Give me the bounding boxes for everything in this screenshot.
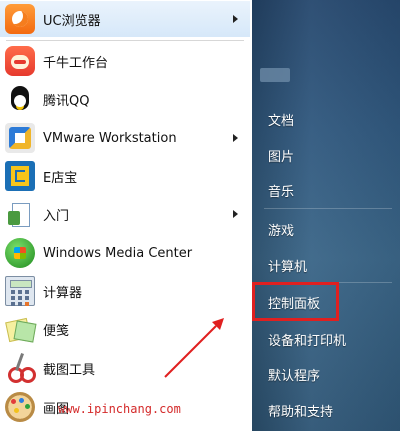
- program-label: E店宝: [43, 170, 78, 186]
- watermark-text: www.ipinchang.com: [58, 402, 181, 416]
- windows-media-center-icon: [5, 238, 35, 268]
- program-calculator[interactable]: 计算器: [0, 273, 250, 309]
- program-label: 计算器: [43, 285, 83, 301]
- program-vmware[interactable]: VMware Workstation: [0, 120, 250, 156]
- right-panel: 文档 图片 音乐 游戏 计算机 控制面板 设备和打印机 默认程序 帮助和支持: [252, 0, 400, 431]
- right-item-devices-printers[interactable]: 设备和打印机: [268, 330, 346, 349]
- control-panel-highlight-box: [252, 282, 339, 321]
- right-item-documents[interactable]: 文档: [268, 110, 294, 129]
- program-label: VMware Workstation: [43, 130, 177, 146]
- snipping-tool-icon: [5, 353, 36, 383]
- sticky-notes-icon: [5, 314, 35, 344]
- calculator-icon: [5, 276, 35, 306]
- submenu-arrow-icon: [233, 15, 238, 23]
- right-item-default-programs[interactable]: 默认程序: [268, 365, 320, 384]
- edianbao-icon: [5, 161, 35, 191]
- program-uc-browser[interactable]: UC浏览器: [0, 1, 250, 37]
- program-windows-media-center[interactable]: Windows Media Center: [0, 235, 250, 271]
- program-label: Windows Media Center: [43, 245, 193, 261]
- right-item-music[interactable]: 音乐: [268, 181, 294, 200]
- program-label: 入门: [43, 208, 70, 224]
- program-qq[interactable]: 腾讯QQ: [0, 81, 250, 117]
- submenu-arrow-icon: [233, 210, 238, 218]
- program-snipping-tool[interactable]: 截图工具: [0, 350, 250, 386]
- uc-browser-icon: [5, 4, 35, 34]
- program-edianbao[interactable]: E店宝: [0, 158, 250, 194]
- right-item-pictures[interactable]: 图片: [268, 146, 294, 165]
- program-qianniu[interactable]: 千牛工作台: [0, 43, 250, 79]
- vmware-icon: [5, 123, 35, 153]
- program-label: 千牛工作台: [43, 55, 109, 71]
- program-getting-started[interactable]: 入门: [0, 196, 250, 232]
- right-item-computer[interactable]: 计算机: [268, 256, 307, 275]
- getting-started-icon: [5, 199, 35, 229]
- right-item-help-support[interactable]: 帮助和支持: [268, 401, 333, 420]
- right-item-games[interactable]: 游戏: [268, 220, 294, 239]
- separator: [6, 40, 244, 41]
- right-separator: [264, 208, 392, 209]
- program-label: 便笺: [43, 323, 70, 339]
- program-sticky-notes[interactable]: 便笺: [0, 311, 250, 347]
- user-name-placeholder[interactable]: [260, 68, 290, 82]
- programs-list: UC浏览器 千牛工作台 腾讯QQ VMware Workstation E店宝 …: [0, 0, 252, 431]
- program-label: 截图工具: [43, 362, 96, 378]
- paint-icon: [5, 392, 35, 422]
- qianniu-icon: [5, 46, 35, 76]
- program-label: 腾讯QQ: [43, 93, 90, 109]
- program-label: UC浏览器: [43, 13, 101, 29]
- qq-penguin-icon: [5, 84, 35, 114]
- submenu-arrow-icon: [233, 134, 238, 142]
